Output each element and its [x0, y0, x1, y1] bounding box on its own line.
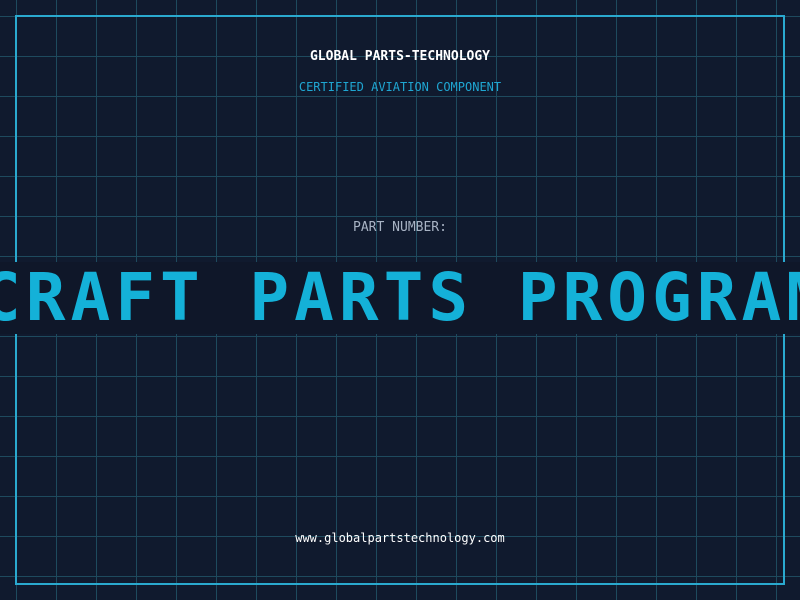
website-url: www.globalpartstechnology.com: [295, 531, 505, 545]
part-number-value: CRAFT PARTS PROGRAM: [0, 262, 800, 334]
certification-tagline: CERTIFIED AVIATION COMPONENT: [298, 80, 502, 94]
part-number-banner: CRAFT PARTS PROGRAM: [0, 262, 800, 334]
part-number-label: PART NUMBER:: [353, 220, 447, 235]
company-name: GLOBAL PARTS-TECHNOLOGY: [309, 49, 490, 64]
label-page: GLOBAL PARTS-TECHNOLOGY CERTIFIED AVIATI…: [0, 0, 800, 600]
